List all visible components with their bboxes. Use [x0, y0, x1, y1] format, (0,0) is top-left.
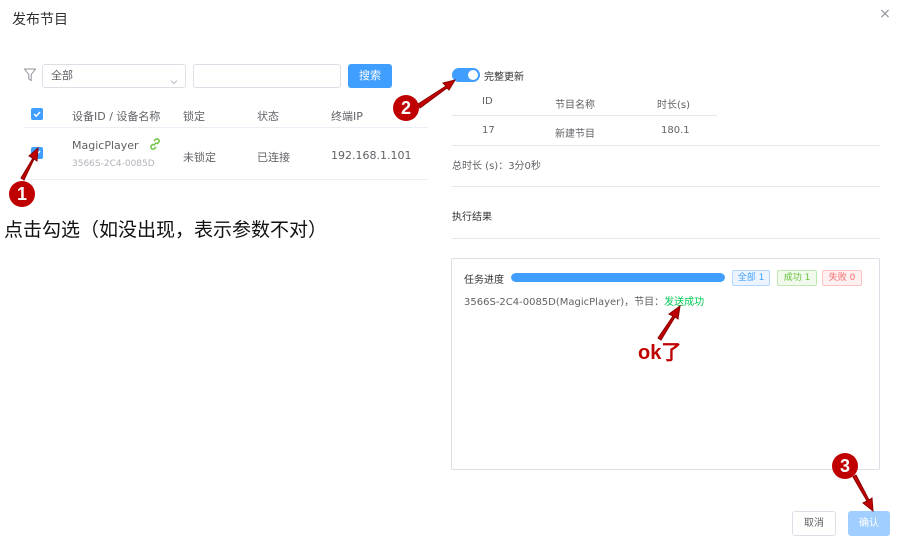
annotation-arrow-3: [852, 474, 874, 513]
step-badge-1: 1: [9, 181, 35, 207]
annotation-arrow-ok: [657, 304, 681, 341]
annotation-arrow-1: [20, 146, 39, 181]
annotation-note-check: 点击勾选（如没出现，表示参数不对）: [4, 219, 328, 241]
step-badge-3: 3: [832, 453, 858, 479]
annotation-arrow-2: [417, 79, 457, 109]
annotation-arrows: [20, 79, 874, 513]
step-badge-2: 2: [393, 95, 419, 121]
annotation-note-ok: ok了: [638, 342, 682, 364]
